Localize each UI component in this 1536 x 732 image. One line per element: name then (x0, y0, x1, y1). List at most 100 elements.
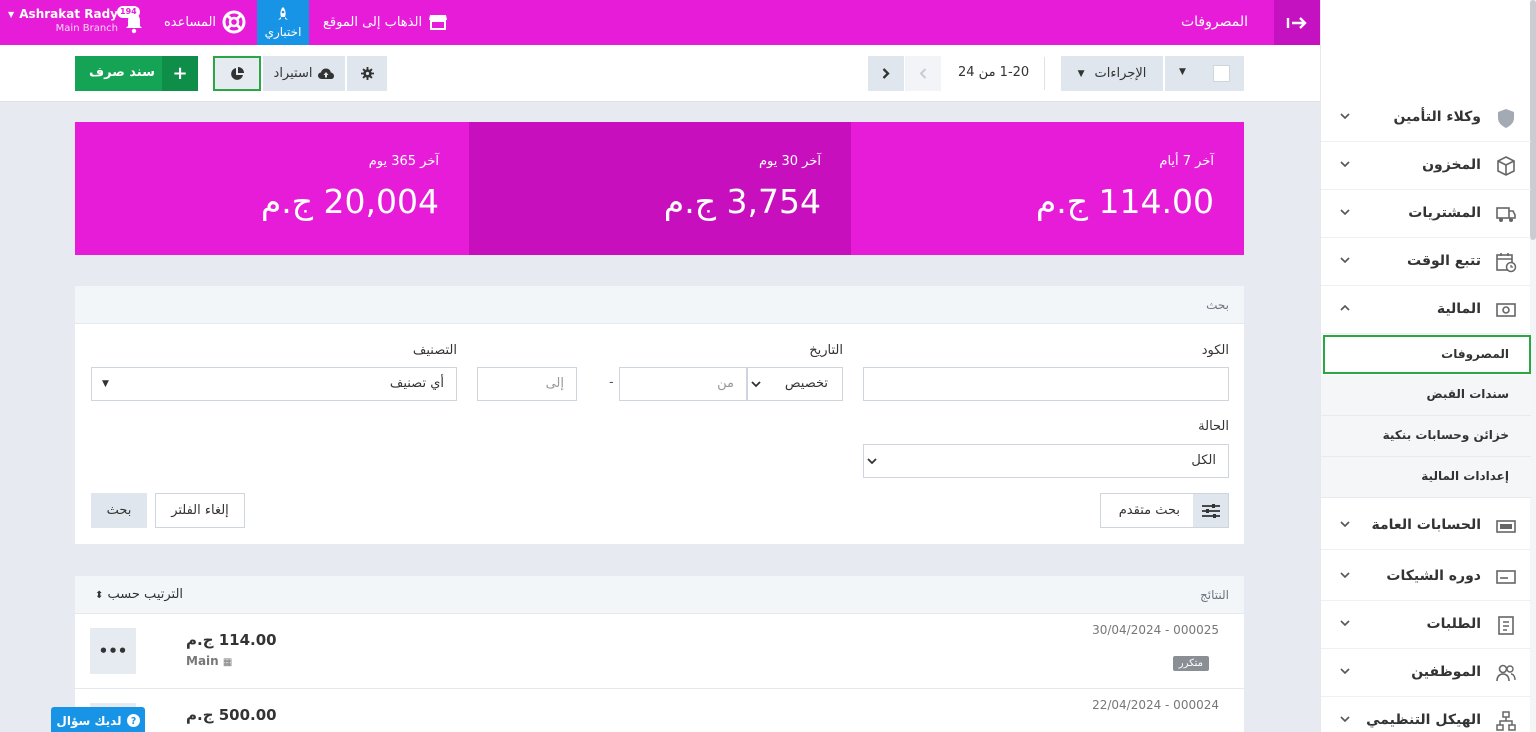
results-panel: النتائج الترتيب حسب ⬍ 30/04/2024 - 00002… (75, 576, 1244, 732)
go-to-site-link[interactable]: الذهاب إلى الموقع (323, 13, 448, 31)
user-name: Ashrakat Rady (19, 7, 118, 21)
category-label: التصنيف (412, 343, 457, 358)
import-button[interactable]: استيراد (263, 56, 345, 91)
sidebar-item-label: الحسابات العامة (1371, 517, 1481, 533)
select-all-dropdown[interactable]: ▼ (1165, 56, 1244, 91)
settings-button[interactable] (347, 56, 387, 91)
add-expense-button[interactable]: سند صرف + (75, 56, 198, 91)
code-input[interactable] (863, 367, 1229, 401)
sidebar-toggle-button[interactable] (1274, 0, 1320, 45)
sidebar-item-org-structure[interactable]: الهيكل التنظيمي (1321, 697, 1531, 732)
sidebar-subitem-treasuries[interactable]: خزائن وحسابات بنكية (1321, 416, 1531, 457)
user-menu[interactable]: ▼ Ashrakat Rady Main Branch (8, 7, 118, 36)
actions-label: الإجراءات (1094, 66, 1147, 81)
sidebar-item-inventory[interactable]: المخزون (1321, 142, 1531, 190)
date-mode-select[interactable]: تخصيص (747, 367, 843, 401)
sidebar-item-label: الموظفين (1411, 664, 1481, 680)
notifications-button[interactable]: 194 (117, 6, 144, 34)
actions-dropdown[interactable]: ▼ الإجراءات (1061, 56, 1163, 91)
sort-button[interactable]: الترتيب حسب ⬍ (95, 587, 183, 602)
sidebar-item-finance[interactable]: المالية (1321, 286, 1531, 334)
code-label: الكود (1201, 343, 1229, 358)
help-link[interactable]: المساعده (164, 10, 246, 34)
search-button[interactable]: بحث (91, 493, 147, 528)
sidebar-item-label: الهيكل التنظيمي (1366, 712, 1481, 728)
sidebar-subitem-receipts[interactable]: سندات القبض (1321, 375, 1531, 416)
expense-amount: 500.00 ج.م (186, 706, 277, 724)
table-row[interactable]: 30/04/2024 - 000025 114.00 ج.م Main ▦ مت… (75, 614, 1244, 689)
arrow-right-icon (1286, 16, 1307, 29)
status-select[interactable]: الكل (863, 444, 1229, 478)
recurring-badge: متكرر (1172, 656, 1209, 671)
sidebar-subitem-finance-settings[interactable]: إعدادات المالية (1321, 457, 1531, 498)
clipboard-icon (1498, 616, 1514, 635)
caret-down-icon: ▼ (1077, 68, 1085, 79)
sort-label: الترتيب حسب (107, 587, 184, 602)
svg-text:?: ? (130, 716, 135, 727)
sidebar-item-insurance-agents[interactable]: وكلاء التأمين (1321, 94, 1531, 142)
stat-value: 114.00 ج.م (1035, 182, 1214, 221)
toolbar: سند صرف + استيراد 1-20 من 24 ▼ الإجراءات… (0, 45, 1320, 102)
chevron-down-icon (751, 381, 761, 388)
sidebar-item-purchases[interactable]: المشتريات (1321, 190, 1531, 238)
site-label: الذهاب إلى الموقع (323, 14, 423, 30)
sidebar-item-requests[interactable]: الطلبات (1321, 601, 1531, 649)
top-bar: ▼ Ashrakat Rady Main Branch 194 المساعده… (0, 0, 1320, 45)
category-select[interactable]: أي تصنيف ▼ (91, 367, 457, 401)
results-title: النتائج (1200, 588, 1229, 602)
ask-question-button[interactable]: لديك سؤال ? (51, 707, 145, 732)
rocket-icon (278, 6, 288, 20)
sidebar-subitem-label: سندات القبض (1426, 387, 1509, 401)
building-icon: ▦ (222, 657, 233, 668)
sidebar-item-label: دوره الشيكات (1386, 568, 1481, 584)
sidebar-subitem-label: إعدادات المالية (1421, 469, 1509, 483)
select-all-checkbox[interactable] (1213, 65, 1230, 82)
sidebar-item-label: وكلاء التأمين (1393, 109, 1481, 125)
pie-chart-icon (231, 66, 244, 80)
pagination-info: 1-20 من 24 (958, 65, 1030, 80)
chevron-down-icon (1340, 716, 1350, 723)
sidebar-item-employees[interactable]: الموظفين (1321, 649, 1531, 697)
gear-icon (360, 67, 374, 80)
sidebar-item-label: المخزون (1422, 157, 1481, 173)
plus-icon: + (162, 56, 198, 91)
accounts-icon (1496, 520, 1516, 533)
trial-button[interactable]: اختباري (257, 0, 309, 45)
sidebar-subitem-label: المصروفات (1441, 347, 1509, 361)
sidebar-item-cheque-cycle[interactable]: دوره الشيكات (1321, 553, 1531, 601)
org-icon (1496, 711, 1516, 731)
advanced-search-label: بحث متقدم (1118, 503, 1180, 518)
sidebar: وكلاء التأمين المخزون المشتريات تتبع الو… (1320, 0, 1536, 732)
notifications-badge: 194 (117, 6, 140, 18)
clear-filter-button[interactable]: إلغاء الفلتر (155, 493, 245, 528)
sidebar-subitem-expenses[interactable]: المصروفات (1323, 335, 1531, 374)
caret-down-icon: ▼ (8, 10, 15, 19)
prev-page-button[interactable] (905, 56, 941, 91)
next-page-button[interactable] (868, 56, 904, 91)
cloud-upload-icon (318, 68, 335, 79)
date-from-input[interactable]: من (619, 367, 747, 401)
caret-down-icon: ▼ (102, 379, 109, 389)
stats-button[interactable] (213, 56, 261, 91)
truck-icon (1496, 207, 1516, 222)
status-label: الحالة (1198, 419, 1229, 434)
advanced-search-button[interactable]: بحث متقدم (1100, 493, 1229, 528)
help-label: المساعده (164, 14, 217, 30)
expense-ref: 30/04/2024 - 000025 (1092, 623, 1219, 637)
chevron-down-icon (1340, 161, 1350, 168)
stat-last-30-days: آخر 30 يوم 3,754 ج.م (469, 122, 851, 255)
store-icon (429, 15, 448, 30)
table-row[interactable]: 22/04/2024 - 000024 500.00 ج.م ••• (75, 689, 1244, 732)
chevron-down-icon (867, 458, 877, 465)
stat-label: آخر 365 يوم (368, 154, 439, 169)
sidebar-item-label: تتبع الوقت (1407, 253, 1481, 269)
sidebar-item-time-tracking[interactable]: تتبع الوقت (1321, 238, 1531, 286)
date-range-separator: - (609, 375, 614, 390)
chevron-down-icon (1340, 209, 1350, 216)
toolbar-divider (1044, 57, 1045, 90)
more-actions-button[interactable]: ••• (90, 628, 136, 674)
sidebar-item-label: المالية (1436, 301, 1481, 317)
users-icon (1496, 664, 1516, 682)
date-to-input[interactable]: إلى (477, 367, 577, 401)
sidebar-item-general-accounts[interactable]: الحسابات العامة (1321, 502, 1531, 550)
